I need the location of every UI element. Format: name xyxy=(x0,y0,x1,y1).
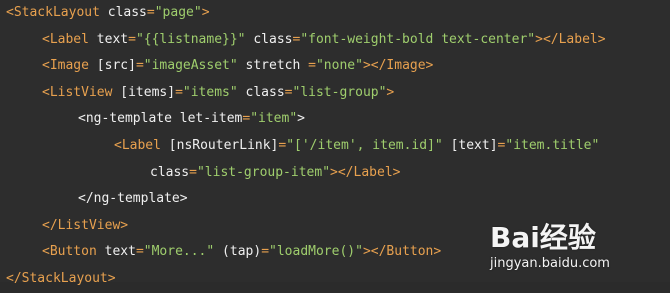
code-token: = xyxy=(175,84,183,100)
code-token: </ListView> xyxy=(42,217,129,233)
code-token: "item.title" xyxy=(505,138,600,153)
code-token: = xyxy=(284,84,293,100)
code-token: ></Button> xyxy=(362,244,442,260)
code-token: "page" xyxy=(154,5,202,20)
code-token: stretch xyxy=(245,58,301,74)
watermark: Bai经验 jingyan.baidu.com xyxy=(490,216,660,276)
code-token: let-item xyxy=(179,111,243,127)
code-token: <StackLayout xyxy=(6,5,108,20)
code-line: <Label text="{{listname}}" class="font-w… xyxy=(42,27,606,53)
watermark-url: jingyan.baidu.com xyxy=(490,256,610,271)
watermark-logo: Bai经验 xyxy=(490,221,596,254)
code-token: [items] xyxy=(120,84,176,100)
code-token: "['/item', item.id]" xyxy=(286,138,443,153)
code-token: = xyxy=(146,5,155,20)
code-line: <Image [src]="imageAsset" stretch ="none… xyxy=(42,53,433,79)
code-token: ></Image> xyxy=(362,58,434,74)
code-token: (tap) xyxy=(222,244,262,260)
code-token: [text] xyxy=(450,138,498,153)
code-token: <ng-template xyxy=(78,111,180,127)
code-token: "More..." xyxy=(143,244,215,260)
code-token: [nsRouterLink] xyxy=(168,138,279,153)
code-token: "loadMore()" xyxy=(269,244,363,260)
code-token: "list-group" xyxy=(292,84,387,100)
code-line: <Label [nsRouterLink]="['/item', item.id… xyxy=(114,133,599,159)
code-token: [src] xyxy=(96,58,136,74)
code-token: <Button xyxy=(42,244,105,260)
code-token: ></Label> xyxy=(330,164,401,180)
code-token: = xyxy=(128,31,136,47)
code-token: "list-group-item" xyxy=(196,164,331,180)
code-editor: <StackLayout class="page"> <Label text="{… xyxy=(0,0,670,286)
code-token: class xyxy=(253,31,293,47)
code-token: </ng-template> xyxy=(78,191,188,207)
code-token: <Image xyxy=(42,58,97,74)
code-token: "item" xyxy=(250,111,298,127)
code-token: </StackLayout> xyxy=(6,271,116,286)
code-line: <StackLayout class="page"> xyxy=(6,0,210,26)
code-line: <ng-template let-item="item"> xyxy=(78,106,305,132)
code-token: = xyxy=(135,58,144,74)
code-token: "{{listname}}" xyxy=(135,31,246,47)
code-token: <Label xyxy=(42,31,97,47)
code-token: > xyxy=(201,5,210,20)
code-line: <ListView [items]="items" class="list-gr… xyxy=(42,80,394,106)
code-token: "items" xyxy=(182,84,238,100)
code-token: text xyxy=(96,31,129,47)
code-token: "none" xyxy=(315,58,363,74)
code-token: text xyxy=(104,244,136,260)
code-token: "font-weight-bold text-center" xyxy=(300,31,536,47)
code-line: </ListView> xyxy=(42,213,128,239)
code-token: = xyxy=(189,164,197,180)
code-line: <Button text="More..." (tap)="loadMore()… xyxy=(42,239,441,265)
code-token: ></Label> xyxy=(535,31,606,47)
code-token: class xyxy=(150,164,190,180)
code-token: > xyxy=(297,111,305,127)
code-token: class xyxy=(245,84,285,100)
code-token: <ListView xyxy=(42,84,121,100)
code-token: = xyxy=(308,58,316,74)
code-line: class="list-group-item"></Label> xyxy=(150,160,400,186)
code-token: > xyxy=(386,84,395,100)
code-token: = xyxy=(135,244,144,260)
code-line: </ng-template> xyxy=(78,186,188,212)
code-line: </StackLayout> xyxy=(6,266,116,292)
code-token: "imageAsset" xyxy=(143,58,238,74)
code-token: <Label xyxy=(114,138,169,153)
code-token: = xyxy=(261,244,270,260)
code-token: class xyxy=(107,5,147,20)
